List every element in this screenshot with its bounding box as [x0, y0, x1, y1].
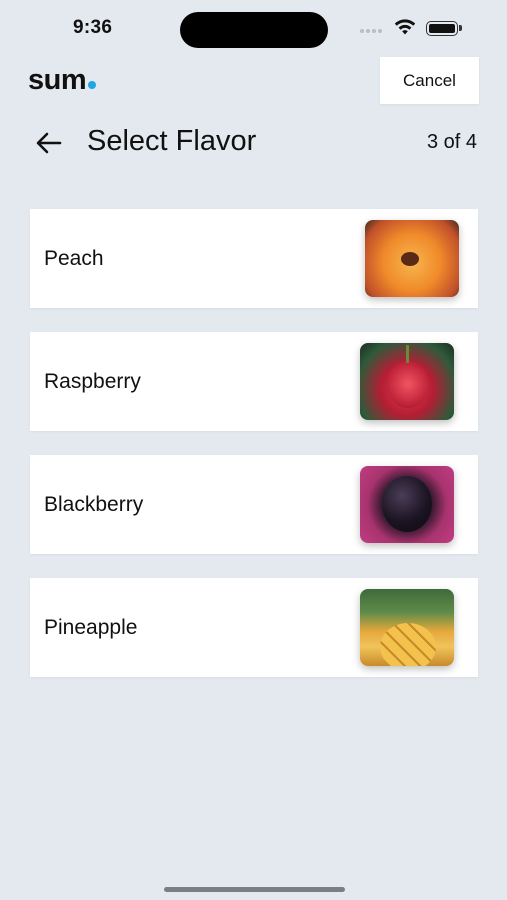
- flavor-option-raspberry[interactable]: Raspberry: [30, 332, 478, 431]
- wifi-icon: [394, 19, 416, 35]
- flavor-name: Peach: [44, 246, 104, 270]
- arrow-left-icon[interactable]: [34, 128, 64, 158]
- sum-logo: sum: [28, 60, 97, 100]
- logo-dot: [88, 81, 97, 89]
- page-title: Select Flavor: [87, 125, 257, 157]
- flavor-list: Peach Raspberry Blackberry Pineapple: [30, 209, 478, 701]
- logo-text: sum: [28, 64, 87, 96]
- status-time: 9:36: [73, 17, 113, 38]
- peach-image: [365, 220, 459, 297]
- battery-icon: [426, 21, 458, 36]
- blackberry-image: [360, 466, 454, 543]
- dynamic-island: [180, 12, 328, 48]
- page-header: Select Flavor 3 of 4: [0, 118, 507, 168]
- cancel-button[interactable]: Cancel: [380, 57, 479, 104]
- home-indicator[interactable]: [164, 887, 345, 892]
- cellular-signal-icon: [360, 29, 386, 35]
- flavor-name: Raspberry: [44, 369, 141, 393]
- pineapple-image: [360, 589, 454, 666]
- flavor-name: Pineapple: [44, 615, 138, 639]
- flavor-option-peach[interactable]: Peach: [30, 209, 478, 308]
- flavor-option-blackberry[interactable]: Blackberry: [30, 455, 478, 554]
- battery-tip: [459, 25, 462, 31]
- flavor-option-pineapple[interactable]: Pineapple: [30, 578, 478, 677]
- raspberry-image: [360, 343, 454, 420]
- flavor-name: Blackberry: [44, 492, 144, 516]
- step-indicator: 3 of 4: [426, 131, 477, 153]
- status-bar: 9:36: [0, 0, 507, 58]
